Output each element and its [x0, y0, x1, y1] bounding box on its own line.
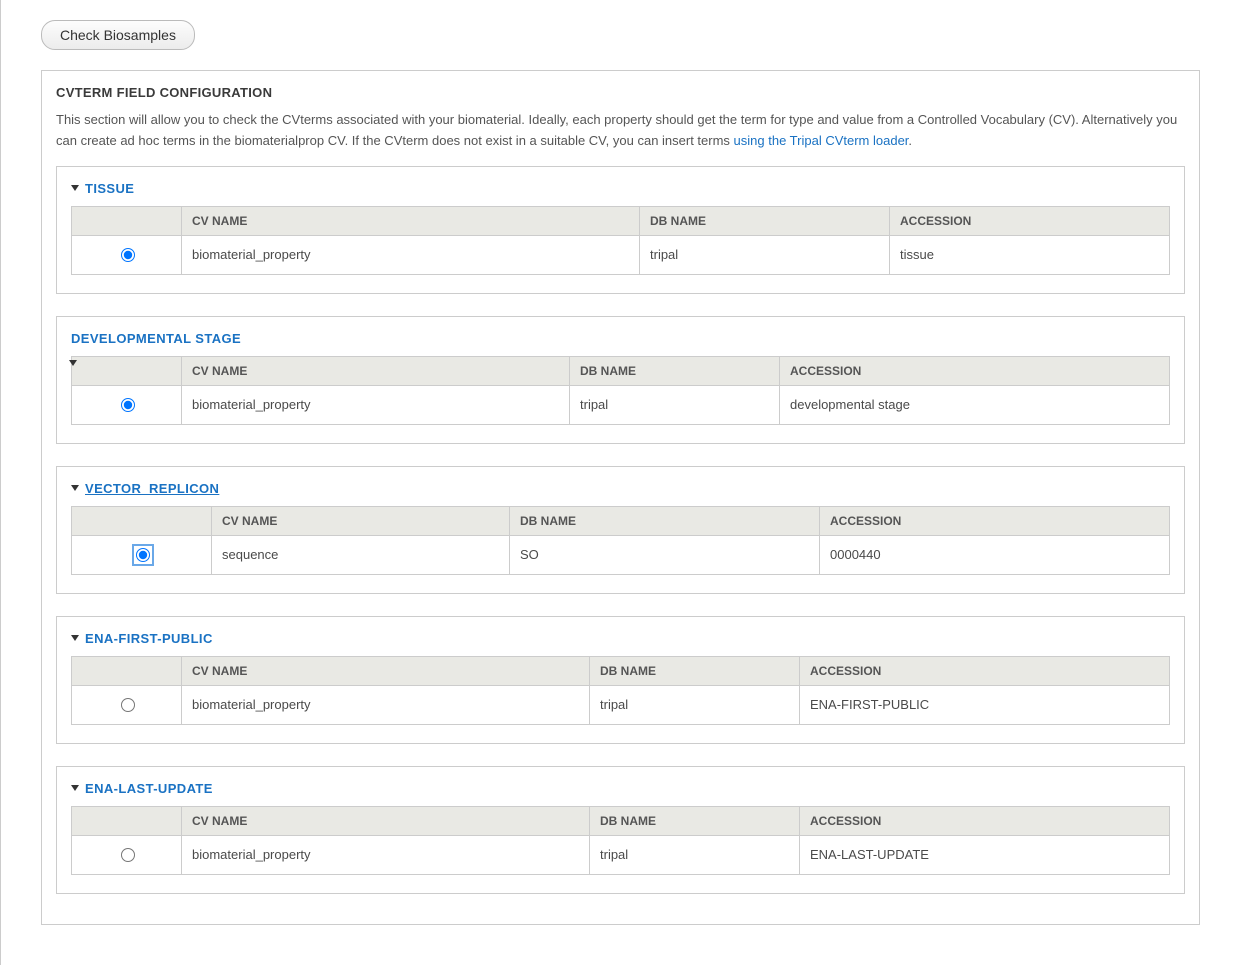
cell-cv: biomaterial_property [182, 385, 570, 424]
cell-cv: biomaterial_property [182, 835, 590, 874]
column-header-acc: ACCESSION [780, 356, 1170, 385]
section-header[interactable]: DEVELOPMENTAL STAGE [71, 331, 1170, 346]
column-header-select [72, 356, 182, 385]
cell-cv: sequence [212, 535, 510, 574]
cvterm-section: ENA-LAST-UPDATECV NAMEDB NAMEACCESSIONbi… [56, 766, 1185, 894]
section-header[interactable]: TISSUE [71, 181, 1170, 196]
section-header[interactable]: ENA-FIRST-PUBLIC [71, 631, 1170, 646]
column-header-db: DB NAME [590, 806, 800, 835]
cell-acc: ENA-FIRST-PUBLIC [800, 685, 1170, 724]
cell-acc: ENA-LAST-UPDATE [800, 835, 1170, 874]
column-header-db: DB NAME [510, 506, 820, 535]
cvterm-row-radio[interactable] [121, 698, 135, 712]
caret-down-icon [71, 785, 79, 791]
cell-db: tripal [590, 835, 800, 874]
panel-intro-tail: . [908, 133, 912, 148]
column-header-db: DB NAME [590, 656, 800, 685]
column-header-cv: CV NAME [212, 506, 510, 535]
radio-cell [72, 535, 212, 574]
caret-down-icon [71, 485, 79, 491]
cvterm-row-radio[interactable] [121, 398, 135, 412]
section-header[interactable]: ENA-LAST-UPDATE [71, 781, 1170, 796]
radio-cell [72, 835, 182, 874]
column-header-cv: CV NAME [182, 206, 640, 235]
cvterm-row-radio[interactable] [121, 248, 135, 262]
column-header-acc: ACCESSION [890, 206, 1170, 235]
radio-cell [72, 385, 182, 424]
cvterm-section: TISSUECV NAMEDB NAMEACCESSIONbiomaterial… [56, 166, 1185, 294]
column-header-acc: ACCESSION [820, 506, 1170, 535]
caret-down-icon [71, 185, 79, 191]
table-row: biomaterial_propertytripaltissue [72, 235, 1170, 274]
section-title[interactable]: TISSUE [85, 181, 134, 196]
table-row: biomaterial_propertytripalENA-FIRST-PUBL… [72, 685, 1170, 724]
cvterm-row-radio[interactable] [136, 548, 150, 562]
table-row: biomaterial_propertytripalENA-LAST-UPDAT… [72, 835, 1170, 874]
cvterm-section: VECTOR_REPLICONCV NAMEDB NAMEACCESSIONse… [56, 466, 1185, 594]
section-header[interactable]: VECTOR_REPLICON [71, 481, 1170, 496]
cvterm-table: CV NAMEDB NAMEACCESSIONbiomaterial_prope… [71, 806, 1170, 875]
table-row: sequenceSO0000440 [72, 535, 1170, 574]
cell-acc: 0000440 [820, 535, 1170, 574]
cvterm-table: CV NAMEDB NAMEACCESSIONbiomaterial_prope… [71, 656, 1170, 725]
column-header-cv: CV NAME [182, 806, 590, 835]
cvterm-row-radio[interactable] [121, 848, 135, 862]
column-header-select [72, 206, 182, 235]
cvterm-table: CV NAMEDB NAMEACCESSIONsequenceSO0000440 [71, 506, 1170, 575]
tripal-cvterm-loader-link[interactable]: using the Tripal CVterm loader [734, 133, 909, 148]
column-header-acc: ACCESSION [800, 656, 1170, 685]
section-title[interactable]: ENA-FIRST-PUBLIC [85, 631, 213, 646]
radio-cell [72, 685, 182, 724]
table-row: biomaterial_propertytripaldevelopmental … [72, 385, 1170, 424]
column-header-acc: ACCESSION [800, 806, 1170, 835]
cvterm-table: CV NAMEDB NAMEACCESSIONbiomaterial_prope… [71, 356, 1170, 425]
cell-db: tripal [570, 385, 780, 424]
column-header-select [72, 506, 212, 535]
cvterm-section: ENA-FIRST-PUBLICCV NAMEDB NAMEACCESSIONb… [56, 616, 1185, 744]
caret-down-icon [69, 360, 77, 366]
column-header-db: DB NAME [640, 206, 890, 235]
cell-db: SO [510, 535, 820, 574]
column-header-select [72, 656, 182, 685]
caret-down-icon [71, 635, 79, 641]
section-title[interactable]: ENA-LAST-UPDATE [85, 781, 213, 796]
panel-intro-text: This section will allow you to check the… [56, 112, 1177, 148]
cell-acc: developmental stage [780, 385, 1170, 424]
column-header-select [72, 806, 182, 835]
radio-cell [72, 235, 182, 274]
panel-heading: CVTERM FIELD CONFIGURATION [56, 85, 1185, 100]
cell-db: tripal [590, 685, 800, 724]
cell-cv: biomaterial_property [182, 685, 590, 724]
panel-intro: This section will allow you to check the… [56, 110, 1185, 152]
column-header-cv: CV NAME [182, 656, 590, 685]
check-biosamples-button[interactable]: Check Biosamples [41, 20, 195, 50]
section-title[interactable]: VECTOR_REPLICON [85, 481, 219, 496]
cvterm-config-panel: CVTERM FIELD CONFIGURATION This section … [41, 70, 1200, 925]
cvterm-section: DEVELOPMENTAL STAGE CV NAMEDB NAMEACCESSI… [56, 316, 1185, 444]
column-header-db: DB NAME [570, 356, 780, 385]
section-title[interactable]: DEVELOPMENTAL STAGE [71, 331, 241, 346]
cell-db: tripal [640, 235, 890, 274]
column-header-cv: CV NAME [182, 356, 570, 385]
cell-acc: tissue [890, 235, 1170, 274]
cell-cv: biomaterial_property [182, 235, 640, 274]
cvterm-table: CV NAMEDB NAMEACCESSIONbiomaterial_prope… [71, 206, 1170, 275]
